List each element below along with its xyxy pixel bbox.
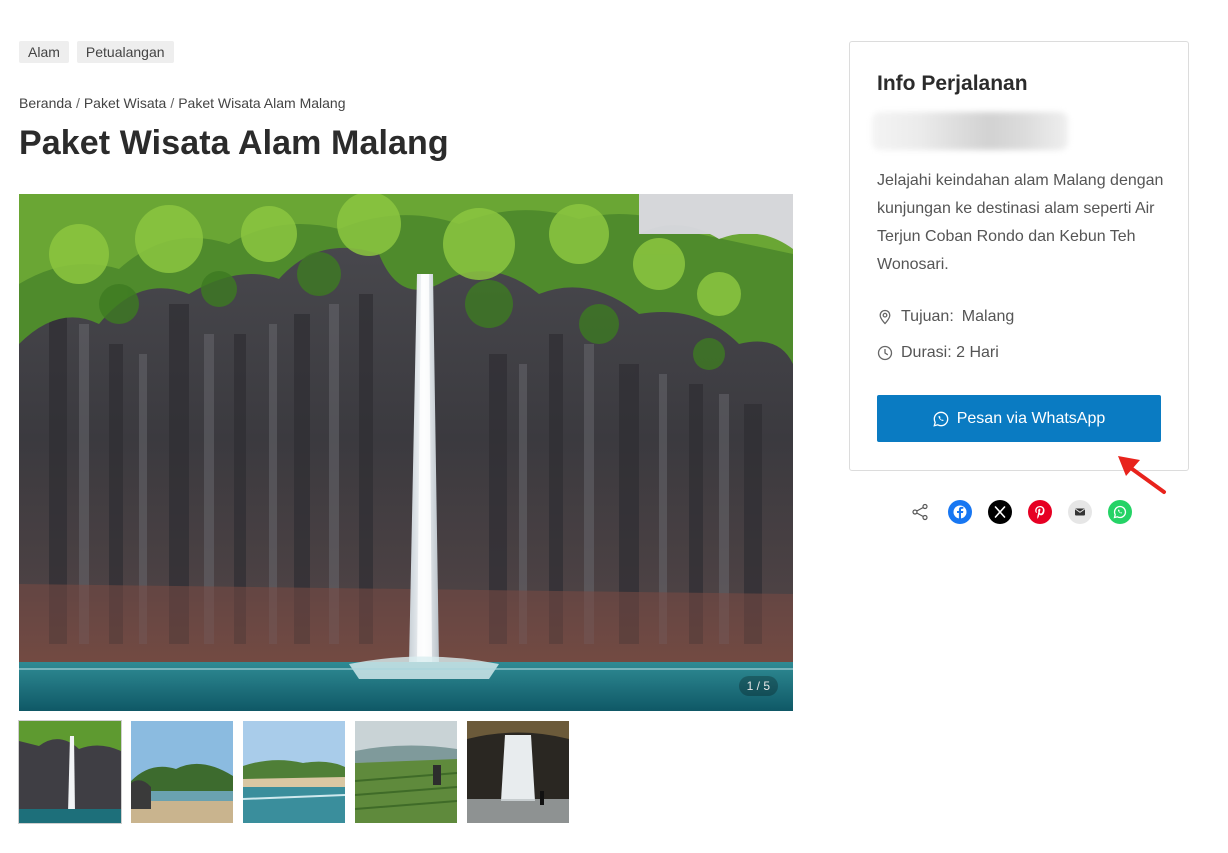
trip-info-card: Info Perjalanan Jelajahi keindahan alam … <box>849 41 1189 471</box>
beach-thumbnail <box>243 721 345 823</box>
clock-icon <box>877 345 893 361</box>
breadcrumb-separator: / <box>170 95 175 111</box>
duration-text: Durasi: 2 Hari <box>901 344 999 361</box>
share-icon[interactable] <box>908 500 932 524</box>
email-icon[interactable] <box>1068 500 1092 524</box>
whatsapp-button-label: Pesan via WhatsApp <box>956 409 1106 427</box>
red-arrow-annotation <box>1118 456 1166 494</box>
tag-alam[interactable]: Alam <box>19 41 69 63</box>
thumbnail-4[interactable] <box>355 721 457 823</box>
x-icon[interactable] <box>988 500 1012 524</box>
thumbnail-5[interactable] <box>467 721 569 823</box>
duration-row: Durasi: 2 Hari <box>877 344 999 362</box>
share-bar <box>908 500 1132 524</box>
tag-petualangan[interactable]: Petualangan <box>76 41 174 63</box>
cave-waterfall-thumbnail <box>467 721 569 823</box>
gallery-main-image[interactable]: 1 / 5 <box>19 194 793 711</box>
whatsapp-order-button[interactable]: Pesan via WhatsApp <box>877 395 1161 442</box>
destination-row: Tujuan: Malang <box>877 308 1014 326</box>
thumbnail-3[interactable] <box>243 721 345 823</box>
location-pin-icon <box>879 309 891 325</box>
thumbnail-2[interactable] <box>131 721 233 823</box>
breadcrumb: Beranda / Paket Wisata / Paket Wisata Alam M… <box>19 95 346 111</box>
whatsapp-icon <box>933 411 949 427</box>
destination-label: Tujuan: <box>901 308 954 325</box>
whatsapp-share-icon[interactable] <box>1108 500 1132 524</box>
breadcrumb-current: Paket Wisata Alam Malang <box>178 95 346 111</box>
facebook-icon[interactable] <box>948 500 972 524</box>
breadcrumb-paket-wisata[interactable]: Paket Wisata <box>84 95 166 111</box>
tea-plantation-thumbnail <box>355 721 457 823</box>
thumbnail-1[interactable] <box>18 720 122 824</box>
page-title: Paket Wisata Alam Malang <box>19 124 449 162</box>
blurred-price <box>872 112 1068 150</box>
waterfall-thumbnail <box>19 721 121 823</box>
breadcrumb-separator: / <box>75 95 80 111</box>
trip-description: Jelajahi keindahan alam Malang dengan ku… <box>877 172 1164 273</box>
breadcrumb-home[interactable]: Beranda <box>19 95 72 111</box>
image-counter: 1 / 5 <box>738 676 778 696</box>
destination-value: Malang <box>961 308 1015 325</box>
waterfall-photo <box>19 194 793 711</box>
tag-list: Alam Petualangan <box>19 41 174 63</box>
pinterest-icon[interactable] <box>1028 500 1052 524</box>
gallery-thumbnails <box>18 720 569 824</box>
beach-cliff-thumbnail <box>131 721 233 823</box>
info-title: Info Perjalanan <box>877 72 1028 95</box>
